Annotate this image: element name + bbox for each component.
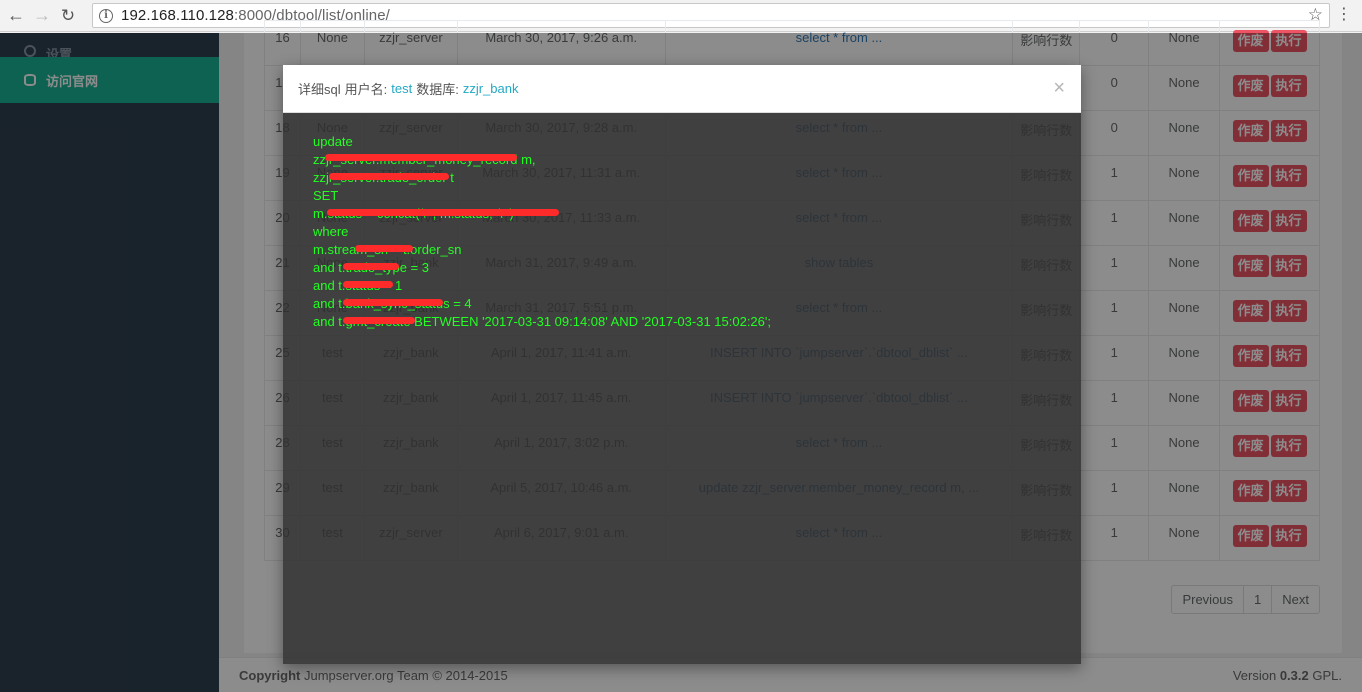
sql-line: update: [313, 134, 353, 149]
redaction-mark: [329, 173, 449, 180]
sql-line: where: [313, 224, 349, 239]
back-arrow-icon[interactable]: ←: [3, 3, 29, 29]
info-icon[interactable]: i: [99, 8, 113, 23]
user-label: 用户名:: [344, 82, 388, 97]
reload-icon[interactable]: ↻: [55, 3, 81, 29]
sql-detail-modal: 详细sql 用户名: test 数据库: zzjr_bank × updatez…: [283, 65, 1081, 664]
forward-arrow-icon[interactable]: →: [29, 3, 55, 29]
modal-user: test: [391, 81, 413, 96]
url-host: 192.168.110.128: [121, 7, 234, 24]
modal-db: zzjr_bank: [462, 81, 519, 96]
sql-line: SET: [313, 188, 339, 203]
redaction-mark: [355, 245, 413, 252]
redaction-mark: [325, 154, 517, 161]
modal-header: 详细sql 用户名: test 数据库: zzjr_bank ×: [283, 65, 1081, 113]
redaction-mark: [327, 209, 559, 216]
modal-body: updatezzjr_server.member_money_record m,…: [283, 113, 1081, 664]
db-label: 数据库:: [416, 82, 459, 97]
modal-title: 详细sql: [298, 82, 341, 97]
browser-menu-icon[interactable]: ⋮: [1336, 6, 1352, 24]
redaction-mark: [343, 263, 399, 270]
redaction-mark: [343, 317, 415, 324]
redaction-mark: [343, 299, 443, 306]
close-icon[interactable]: ×: [1053, 77, 1065, 100]
redaction-mark: [343, 281, 393, 288]
